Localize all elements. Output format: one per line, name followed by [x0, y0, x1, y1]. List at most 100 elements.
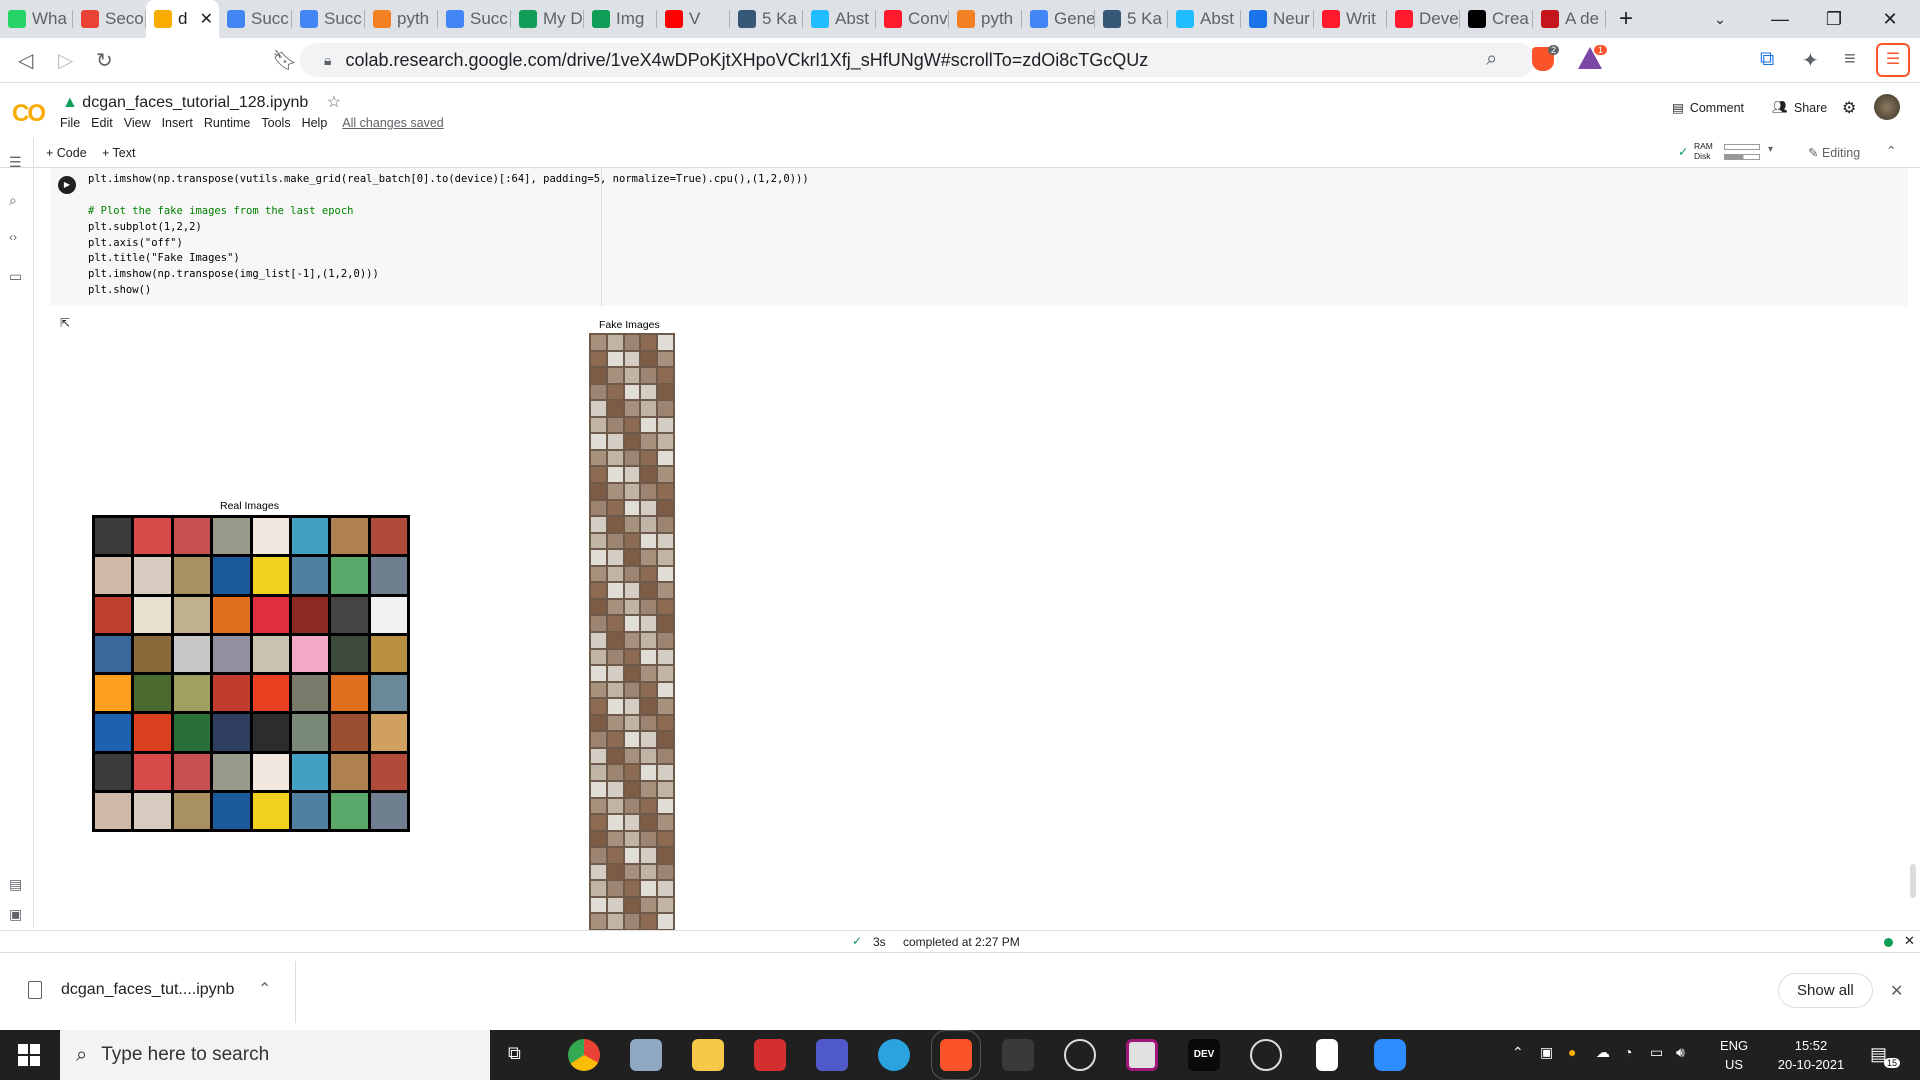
- bookmark-icon[interactable]: 🔖︎: [272, 48, 297, 73]
- chrome-icon[interactable]: [568, 1039, 600, 1071]
- browser-tab[interactable]: 5 Ka: [1095, 0, 1168, 38]
- zoom-icon[interactable]: ⌕: [1486, 48, 1497, 71]
- tab-search-icon[interactable]: ⌄: [1690, 0, 1750, 38]
- language-indicator[interactable]: ENG US: [1720, 1036, 1748, 1074]
- download-filename[interactable]: dcgan_faces_tut....ipynb: [61, 981, 234, 999]
- battery-icon[interactable]: ▭: [1650, 1044, 1663, 1061]
- browser-tab[interactable]: Neur: [1241, 0, 1314, 38]
- disk-meter[interactable]: [1724, 154, 1760, 160]
- save-status[interactable]: All changes saved: [342, 116, 443, 130]
- browser-tab[interactable]: Img: [584, 0, 657, 38]
- menu-item[interactable]: File: [60, 116, 80, 130]
- browser-tab[interactable]: Gene: [1022, 0, 1095, 38]
- menu-item[interactable]: Insert: [162, 116, 193, 130]
- browser-tab[interactable]: Succ: [292, 0, 365, 38]
- cast-icon[interactable]: ⧉: [1760, 48, 1774, 71]
- find-icon[interactable]: ⌕: [9, 192, 17, 209]
- teams-icon[interactable]: [816, 1039, 848, 1071]
- code-snippets-icon[interactable]: ‹›: [9, 230, 17, 244]
- browser-tab[interactable]: d ✕: [146, 0, 219, 38]
- scrollbar-thumb[interactable]: [1910, 864, 1916, 898]
- browser-tab[interactable]: pyth: [949, 0, 1022, 38]
- ram-meter[interactable]: [1724, 144, 1760, 150]
- menu-item[interactable]: Edit: [91, 116, 113, 130]
- onedrive-icon[interactable]: ☁: [1596, 1044, 1610, 1061]
- menu-item[interactable]: Tools: [261, 116, 290, 130]
- media-icon[interactable]: ≡: [1844, 48, 1856, 71]
- settings-icon[interactable]: ⚙: [1842, 98, 1856, 118]
- menu-item[interactable]: Runtime: [204, 116, 251, 130]
- tray-overflow-icon[interactable]: ⌃: [1512, 1044, 1524, 1061]
- show-all-button[interactable]: Show all: [1778, 973, 1873, 1008]
- editing-mode[interactable]: ✎ Editing: [1808, 145, 1860, 160]
- reload-icon[interactable]: ↻: [96, 48, 113, 73]
- forward-icon[interactable]: ▷: [58, 48, 73, 73]
- zoom-app-icon[interactable]: [1374, 1039, 1406, 1071]
- menu-item[interactable]: View: [124, 116, 151, 130]
- tray-icon-2[interactable]: ●: [1568, 1044, 1576, 1060]
- back-icon[interactable]: ◁: [18, 48, 33, 73]
- app-icon-1[interactable]: [1064, 1039, 1096, 1071]
- close-tab-icon[interactable]: ✕: [200, 9, 213, 29]
- download-options-icon[interactable]: ⌃: [258, 979, 271, 999]
- dev-icon[interactable]: DEV: [1188, 1039, 1220, 1071]
- browser-tab[interactable]: Crea: [1460, 0, 1533, 38]
- task-view-icon[interactable]: ⧉: [508, 1043, 521, 1064]
- browser-menu-icon[interactable]: ☰: [1876, 43, 1910, 77]
- browser-tab[interactable]: Deve: [1387, 0, 1460, 38]
- browser-tab[interactable]: My D: [511, 0, 584, 38]
- browser-tab[interactable]: Abst: [803, 0, 876, 38]
- app-icon-3[interactable]: [1250, 1039, 1282, 1071]
- share-button[interactable]: 👥︎ Share: [1772, 100, 1827, 115]
- add-text-button[interactable]: + Text: [102, 146, 135, 160]
- browser-tab[interactable]: 5 Ka: [730, 0, 803, 38]
- windows-start-icon[interactable]: [18, 1044, 40, 1066]
- colab-logo-icon[interactable]: CO: [12, 100, 46, 128]
- browser-tab[interactable]: pyth: [365, 0, 438, 38]
- clock[interactable]: 15:52 20-10-2021: [1766, 1036, 1856, 1074]
- close-window-icon[interactable]: ✕: [1860, 0, 1920, 38]
- resources-dropdown-icon[interactable]: ▾: [1768, 144, 1773, 155]
- add-code-button[interactable]: + Code: [46, 146, 87, 160]
- predator-icon[interactable]: [1002, 1039, 1034, 1071]
- browser-tab[interactable]: Wha: [0, 0, 73, 38]
- collapse-header-icon[interactable]: ⌃: [1886, 143, 1896, 158]
- browser-tab[interactable]: Conv: [876, 0, 949, 38]
- minimize-icon[interactable]: —: [1750, 0, 1810, 38]
- close-download-bar-icon[interactable]: ✕: [1890, 981, 1903, 1001]
- run-cell-icon[interactable]: ▶: [58, 176, 76, 194]
- maximize-icon[interactable]: ❐: [1804, 0, 1864, 38]
- menu-item[interactable]: Help: [302, 116, 328, 130]
- browser-tab[interactable]: Succ: [438, 0, 511, 38]
- star-icon[interactable]: ☆: [327, 94, 341, 111]
- new-tab-icon[interactable]: +: [1606, 5, 1646, 33]
- app-icon-2[interactable]: [1126, 1039, 1158, 1071]
- avatar[interactable]: [1874, 94, 1900, 120]
- code-editor[interactable]: plt.imshow(np.transpose(vutils.make_grid…: [88, 172, 809, 299]
- browser-tab[interactable]: V: [657, 0, 730, 38]
- notepad-icon[interactable]: [1316, 1039, 1338, 1071]
- extensions-icon[interactable]: ✦: [1802, 48, 1819, 73]
- comment-button[interactable]: ▤ Comment: [1672, 100, 1744, 116]
- close-status-icon[interactable]: ✕: [1904, 933, 1915, 949]
- brave-taskbar-icon[interactable]: [931, 1030, 981, 1080]
- terminal-icon[interactable]: ▣: [9, 906, 22, 923]
- output-menu-icon[interactable]: ⇱: [60, 316, 70, 330]
- browser-tab[interactable]: Abst: [1168, 0, 1241, 38]
- acrobat-icon[interactable]: [754, 1039, 786, 1071]
- tray-icon-1[interactable]: ▣: [1540, 1044, 1553, 1061]
- address-bar[interactable]: 🔒︎ colab.research.google.com/drive/1veX4…: [300, 43, 1535, 77]
- browser-tab[interactable]: Seco: [73, 0, 146, 38]
- telegram-icon[interactable]: [878, 1039, 910, 1071]
- toc-icon[interactable]: ☰: [9, 154, 22, 171]
- taskbar-search[interactable]: ⌕ Type here to search: [60, 1030, 490, 1080]
- files-icon[interactable]: ▭: [9, 268, 22, 285]
- file-explorer-icon[interactable]: [692, 1039, 724, 1071]
- command-palette-icon[interactable]: ▤: [9, 876, 22, 893]
- browser-tab[interactable]: Succ: [219, 0, 292, 38]
- notebook-title[interactable]: dcgan_faces_tutorial_128.ipynb: [82, 94, 308, 111]
- browser-tab[interactable]: Writ: [1314, 0, 1387, 38]
- volume-icon[interactable]: 🔊︎: [1676, 1044, 1685, 1061]
- explorer-app-icon[interactable]: [630, 1039, 662, 1071]
- browser-tab[interactable]: A de: [1533, 0, 1606, 38]
